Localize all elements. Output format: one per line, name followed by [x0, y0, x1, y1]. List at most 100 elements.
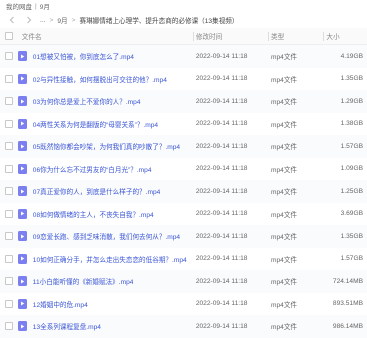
- breadcrumb-separator: >: [49, 16, 54, 24]
- topbar-trail[interactable]: 9月: [40, 1, 50, 11]
- column-divider: [192, 31, 194, 41]
- select-all-checkbox[interactable]: [4, 32, 13, 40]
- video-file-icon: [17, 208, 27, 219]
- file-name-link[interactable]: 13全系列课程复盘.mp4: [33, 321, 101, 331]
- table-row[interactable]: 05既然恼你都会吵架，为何我们真的吵散了？.mp4 2022-09-14 11:1…: [0, 135, 367, 158]
- file-type: mp4文件: [271, 324, 298, 332]
- row-checkbox[interactable]: [4, 142, 13, 151]
- file-modified-time: 2022-09-14 11:18: [195, 187, 248, 195]
- file-size: 1.35GB: [340, 232, 363, 240]
- video-file-icon: [17, 141, 27, 152]
- arrow-right-icon[interactable]: [23, 14, 35, 26]
- file-size: 893.51MB: [332, 300, 363, 308]
- table-row[interactable]: 06你为什么忘不过男友的“白月光”？.mp4 2022-09-14 11:18 mp…: [0, 158, 367, 181]
- row-checkbox[interactable]: [4, 277, 13, 286]
- table-row[interactable]: 11小白能听懂的《新婚赋法》.mp4 2022-09-14 11:18 mp4文件 7…: [0, 270, 367, 293]
- row-checkbox[interactable]: [4, 209, 13, 218]
- file-name-link[interactable]: 03为何你总是爱上不爱你的人？.mp4: [33, 96, 141, 106]
- file-name-link[interactable]: 02与异性接触，如何摆脱出可交往的他？.mp4: [33, 74, 167, 84]
- video-file-icon: [17, 118, 27, 129]
- video-file-icon: [17, 163, 27, 174]
- file-size: 1.25GB: [340, 187, 363, 195]
- row-checkbox[interactable]: [4, 52, 13, 61]
- table-row[interactable]: 07真正爱你的人，到底是什么样子的？.mp4 2022-09-14 11:18 mp…: [0, 180, 367, 203]
- file-type: mp4文件: [271, 279, 298, 287]
- file-type: mp4文件: [271, 256, 298, 264]
- file-type: mp4文件: [271, 121, 298, 129]
- file-modified-time: 2022-09-14 11:18: [195, 52, 248, 60]
- file-type: mp4文件: [271, 301, 298, 309]
- row-checkbox[interactable]: [4, 232, 13, 241]
- file-size: 986.14MB: [332, 322, 363, 330]
- column-header-type[interactable]: 类型: [271, 31, 284, 41]
- video-file-icon: [17, 276, 27, 287]
- table-row[interactable]: 13全系列课程复盘.mp4 2022-09-14 11:18 mp4文件 986.14…: [0, 315, 367, 338]
- file-type: mp4文件: [271, 234, 298, 242]
- breadcrumb-current-folder: 赛琳娜情绪上心理学、提升恋商的必修课（13集视频）: [79, 18, 239, 25]
- file-size: 1.57GB: [340, 255, 363, 263]
- file-modified-time: 2022-09-14 11:18: [195, 277, 248, 285]
- column-divider: [323, 31, 325, 41]
- file-name-link[interactable]: 07真正爱你的人，到底是什么样子的？.mp4: [33, 186, 161, 196]
- arrow-left-icon[interactable]: [6, 14, 18, 26]
- file-modified-time: 2022-09-14 11:18: [195, 232, 248, 240]
- row-checkbox[interactable]: [4, 119, 13, 128]
- file-type: mp4文件: [271, 99, 298, 107]
- video-file-icon: [17, 73, 27, 84]
- file-modified-time: 2022-09-14 11:18: [195, 322, 248, 330]
- file-size: 1.29GB: [340, 97, 363, 105]
- file-type: mp4文件: [271, 189, 298, 197]
- table-row[interactable]: 02与异性接触，如何摆脱出可交往的他？.mp4 2022-09-14 11:18 m…: [0, 68, 367, 91]
- file-name-link[interactable]: 12婚姻中的危.mp4: [33, 299, 88, 309]
- table-header: 文件名 修改时间 类型 大小: [0, 28, 367, 45]
- file-name-link[interactable]: 06你为什么忘不过男友的“白月光”？.mp4: [33, 164, 152, 174]
- file-name-link[interactable]: 04两性关系为何是翻版的“母婴关系”？.mp4: [33, 119, 158, 129]
- row-checkbox[interactable]: [4, 254, 13, 263]
- breadcrumb-ellipsis[interactable]: ...: [40, 17, 46, 24]
- file-modified-time: 2022-09-14 11:18: [195, 97, 248, 105]
- table-row[interactable]: 08如何做情绪的主人，不丧失自我？.mp4 2022-09-14 11:18 mp4…: [0, 203, 367, 226]
- file-size: 3.69GB: [340, 210, 363, 218]
- breadcrumb-item-month[interactable]: 9月: [57, 15, 67, 25]
- file-size: 1.09GB: [340, 165, 363, 173]
- table-row[interactable]: 03为何你总是爱上不爱你的人？.mp4 2022-09-14 11:18 mp4文件…: [0, 90, 367, 113]
- nav-row: ... > 9月 > 赛琳娜情绪上心理学、提升恋商的必修课（13集视频）: [0, 12, 367, 28]
- file-size: 1.38GB: [340, 120, 363, 128]
- file-name-link[interactable]: 08如何做情绪的主人，不丧失自我？.mp4: [33, 209, 154, 219]
- video-file-icon: [17, 231, 27, 242]
- table-row[interactable]: 10如何正确分手，并怎么走出失恋恋的低谷期？.mp4 2022-09-14 11:…: [0, 248, 367, 271]
- video-file-icon: [17, 186, 27, 197]
- file-name-link[interactable]: 05既然恼你都会吵架，为何我们真的吵散了？.mp4: [33, 141, 180, 151]
- top-bar: 我的网盘 | 9月: [0, 0, 367, 12]
- file-modified-time: 2022-09-14 11:18: [195, 120, 248, 128]
- column-header-date[interactable]: 修改时间: [196, 31, 222, 41]
- row-checkbox[interactable]: [4, 299, 13, 308]
- column-header-size[interactable]: 大小: [326, 34, 339, 41]
- row-checkbox[interactable]: [4, 187, 13, 196]
- row-checkbox[interactable]: [4, 74, 13, 83]
- table-row[interactable]: 01想被又怕被，你到底怎么了.mp4 2022-09-14 11:18 mp4文件 4…: [0, 45, 367, 68]
- file-modified-time: 2022-09-14 11:18: [195, 300, 248, 308]
- video-file-icon: [17, 253, 27, 264]
- file-modified-time: 2022-09-14 11:18: [195, 255, 248, 263]
- file-name-link[interactable]: 01想被又怕被，你到底怎么了.mp4: [33, 51, 134, 61]
- topbar-separator: |: [35, 2, 37, 10]
- video-file-icon: [17, 96, 27, 107]
- column-header-name[interactable]: 文件名: [18, 31, 42, 41]
- file-size: 1.35GB: [340, 75, 363, 83]
- file-type: mp4文件: [271, 144, 298, 152]
- file-size: 1.57GB: [340, 142, 363, 150]
- breadcrumb: ... > 9月 > 赛琳娜情绪上心理学、提升恋商的必修课（13集视频）: [40, 15, 239, 26]
- table-row[interactable]: 12婚姻中的危.mp4 2022-09-14 11:18 mp4文件 893.51MB: [0, 293, 367, 316]
- file-name-link[interactable]: 11小白能听懂的《新婚赋法》.mp4: [33, 276, 134, 286]
- file-size: 724.14MB: [332, 277, 363, 285]
- breadcrumb-separator: >: [71, 16, 76, 24]
- file-name-link[interactable]: 10如何正确分手，并怎么走出失恋恋的低谷期？.mp4: [33, 254, 187, 264]
- drive-link[interactable]: 我的网盘: [6, 1, 32, 11]
- table-row[interactable]: 09恋爱长跑、感到乏味消散，我们何去何从？.mp4 2022-09-14 11:1…: [0, 225, 367, 248]
- file-name-link[interactable]: 09恋爱长跑、感到乏味消散，我们何去何从？.mp4: [33, 231, 180, 241]
- row-checkbox[interactable]: [4, 164, 13, 173]
- row-checkbox[interactable]: [4, 322, 13, 331]
- row-checkbox[interactable]: [4, 97, 13, 106]
- table-row[interactable]: 04两性关系为何是翻版的“母婴关系”？.mp4 2022-09-14 11:18 m…: [0, 113, 367, 136]
